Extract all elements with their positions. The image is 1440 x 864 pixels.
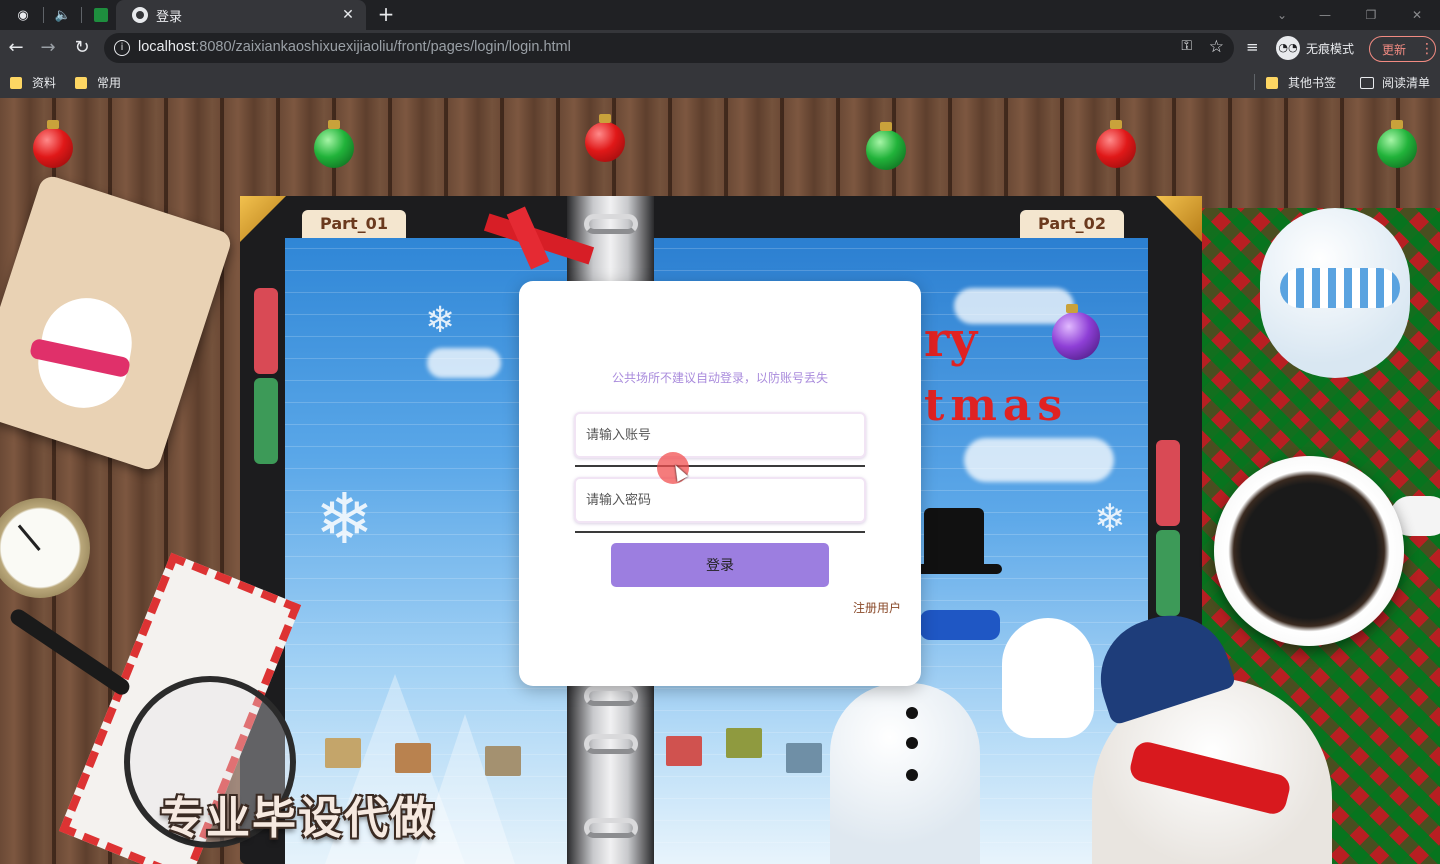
- globe-icon: [132, 7, 148, 23]
- binder-ring: [584, 214, 638, 234]
- binder-ring: [584, 818, 638, 838]
- snowflake-icon: ❄: [1094, 496, 1126, 540]
- minimize-icon[interactable]: —: [1302, 0, 1348, 30]
- reading-list-icon: [1360, 76, 1374, 89]
- cloud: [427, 348, 501, 378]
- restore-icon[interactable]: ❐: [1348, 0, 1394, 30]
- house-decoration: [666, 736, 702, 766]
- bookmarks-separator: [1254, 74, 1255, 90]
- tab-strip: ◉ 🔈 登录 ✕ + ⌄ — ❐ ✕: [0, 0, 1440, 30]
- key-icon[interactable]: ⚿: [1181, 38, 1192, 54]
- snowman-top-right-decoration: [1260, 208, 1410, 378]
- bookmark-star-icon[interactable]: ☆: [1209, 37, 1224, 57]
- register-link[interactable]: 注册用户: [853, 599, 901, 616]
- pinned-tab-globe-icon[interactable]: ◉: [8, 3, 38, 27]
- folder-icon: [75, 76, 87, 89]
- house-decoration: [325, 738, 361, 768]
- media-queue-icon[interactable]: ≡: [1246, 38, 1259, 56]
- house-decoration: [726, 728, 762, 758]
- red-ornament-icon: [585, 114, 625, 162]
- snowman-button: [906, 769, 918, 781]
- update-label: 更新: [1382, 42, 1407, 57]
- small-snowman-decoration: [1002, 618, 1094, 738]
- red-ornament-icon: [33, 120, 73, 168]
- green-ornament-icon: [866, 122, 906, 170]
- side-tab-green: [1156, 530, 1180, 616]
- login-tip: 公共场所不建议自动登录，以防账号丢失: [611, 371, 828, 385]
- browser-toolbar: ← → ↻ i localhost:8080/zaixiankaoshixuex…: [0, 30, 1440, 66]
- close-tab-icon[interactable]: ✕: [336, 7, 360, 23]
- side-tab-red: [1156, 440, 1180, 526]
- side-tab-green: [254, 378, 278, 464]
- snowman-button: [906, 737, 918, 749]
- password-underline: [575, 531, 865, 533]
- account-input[interactable]: [574, 412, 866, 458]
- login-card: 公共场所不建议自动登录，以防账号丢失 登录 注册用户: [519, 281, 921, 686]
- tab-title: 登录: [156, 9, 183, 25]
- login-button[interactable]: 登录: [611, 543, 829, 587]
- incognito-label: 无痕模式: [1306, 41, 1355, 56]
- blue-scarf-decoration: [920, 610, 1000, 640]
- part-02-tab: Part_02: [1020, 210, 1124, 238]
- merry-christmas-text: tmas: [924, 380, 1069, 431]
- snowman-button: [906, 707, 918, 719]
- magnifier-handle: [7, 606, 133, 698]
- snowman-decoration: [830, 683, 980, 864]
- close-window-icon[interactable]: ✕: [1394, 0, 1440, 30]
- tab-search-chevron-icon[interactable]: ⌄: [1262, 0, 1302, 30]
- more-menu-icon[interactable]: ⋮: [1419, 41, 1435, 57]
- scarf-stripes: [1280, 268, 1400, 308]
- update-button[interactable]: 更新 ⋮: [1369, 36, 1436, 62]
- page-background: ❄ ❄ ❄ ry tmas Part_01 Part_02 专业毕设代做 公共场…: [0, 98, 1440, 864]
- reload-icon[interactable]: ↻: [70, 36, 94, 60]
- incognito-indicator[interactable]: ◔◔ 无痕模式: [1276, 36, 1354, 60]
- pinned-tab-sheet-icon[interactable]: [86, 3, 116, 27]
- other-bookmarks[interactable]: 其他书签: [1266, 74, 1336, 91]
- binder-ring: [584, 686, 638, 706]
- snowflake-icon: ❄: [315, 478, 374, 560]
- forward-arrow-icon[interactable]: →: [36, 36, 60, 60]
- bookmark-folder-ziliao[interactable]: 资料: [10, 74, 56, 91]
- house-decoration: [485, 746, 521, 776]
- folder-icon: [1266, 76, 1278, 89]
- watermark-text: 专业毕设代做: [160, 793, 436, 844]
- bookmark-folder-changyong[interactable]: 常用: [75, 74, 121, 91]
- tab-separator: [43, 7, 44, 23]
- tab-separator: [81, 7, 82, 23]
- house-decoration: [395, 743, 431, 773]
- house-decoration: [786, 743, 822, 773]
- site-info-icon[interactable]: i: [114, 40, 130, 56]
- merry-christmas-text: ry: [924, 312, 978, 368]
- password-input[interactable]: [574, 477, 866, 523]
- top-hat-decoration: [906, 508, 1002, 574]
- binder-ring: [584, 734, 638, 754]
- pocket-watch-decoration: [0, 498, 90, 598]
- purple-ornament-icon: [1052, 304, 1100, 360]
- window-controls: ⌄ — ❐ ✕: [1262, 0, 1440, 30]
- ribbon-decoration: [484, 208, 584, 268]
- green-ornament-icon: [1377, 120, 1417, 168]
- new-tab-button[interactable]: +: [374, 3, 398, 27]
- part-01-tab: Part_01: [302, 210, 406, 238]
- bookmarks-bar: 资料 常用 其他书签 阅读清单: [0, 66, 1440, 98]
- cloud: [964, 438, 1114, 482]
- folder-icon: [10, 76, 22, 89]
- pinned-tab-audio-icon[interactable]: 🔈: [48, 3, 78, 27]
- side-tab-red: [254, 288, 278, 374]
- snowflake-icon: ❄: [425, 300, 456, 341]
- coffee-cup-decoration: [1214, 456, 1404, 646]
- account-underline: [575, 465, 865, 467]
- back-arrow-icon[interactable]: ←: [4, 36, 28, 60]
- address-bar[interactable]: i localhost:8080/zaixiankaoshixuexijiaol…: [104, 33, 1234, 63]
- incognito-icon: ◔◔: [1276, 36, 1300, 60]
- tab-login[interactable]: 登录 ✕: [116, 0, 366, 30]
- reading-list[interactable]: 阅读清单: [1360, 74, 1430, 91]
- green-ornament-icon: [314, 120, 354, 168]
- red-ornament-icon: [1096, 120, 1136, 168]
- url-text[interactable]: localhost:8080/zaixiankaoshixuexijiaoliu…: [138, 39, 571, 55]
